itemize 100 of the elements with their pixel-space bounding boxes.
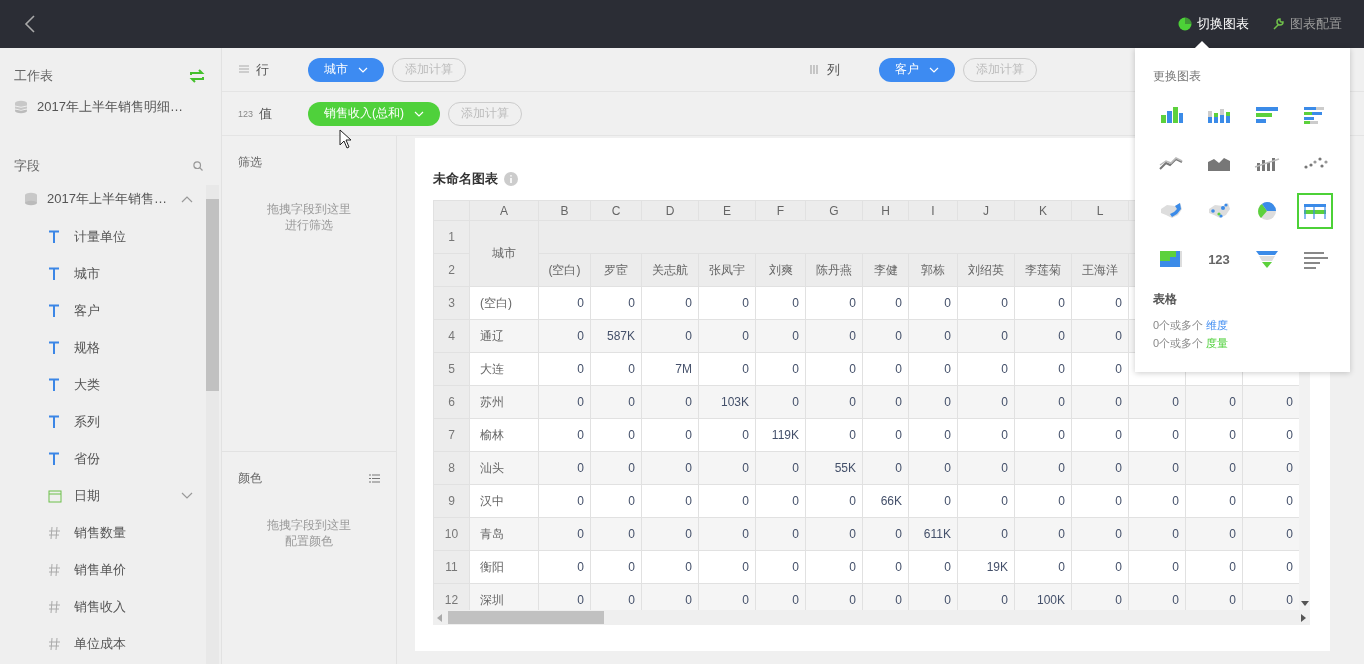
table-cell: 0 xyxy=(805,484,863,518)
table-cell: 19K xyxy=(957,550,1015,584)
field-item[interactable]: 销售收入 xyxy=(14,588,205,625)
table-cell: 611K xyxy=(908,517,958,551)
hash-icon xyxy=(48,636,62,651)
field-item[interactable]: 省份 xyxy=(14,440,205,477)
field-item[interactable]: 客户 xyxy=(14,292,205,329)
worksheet-item[interactable]: 2017年上半年销售明细… xyxy=(14,90,205,124)
table-cell: 0 xyxy=(805,418,863,452)
table-cell: 0 xyxy=(698,286,756,320)
table-cell: 0 xyxy=(1071,385,1129,419)
table-cell: J xyxy=(957,200,1015,221)
table-cell: 罗宦 xyxy=(590,253,642,287)
table-cell: 55K xyxy=(805,451,863,485)
cursor-icon xyxy=(339,129,353,149)
table-cell: 0 xyxy=(755,319,806,353)
row-number: 1 xyxy=(433,220,470,254)
field-item[interactable]: 销售数量 xyxy=(14,514,205,551)
field-item[interactable]: 大类 xyxy=(14,366,205,403)
table-cell: B xyxy=(538,200,591,221)
section-title: 工作表 xyxy=(14,67,53,85)
table-cell: 0 xyxy=(805,550,863,584)
table-cell: F xyxy=(755,200,806,221)
table-cell: 0 xyxy=(1128,418,1186,452)
table-cell: H xyxy=(862,200,909,221)
table-cell: 0 xyxy=(1071,286,1129,320)
swap-icon[interactable] xyxy=(189,69,205,83)
table-cell: 0 xyxy=(1128,517,1186,551)
collapse-icon[interactable] xyxy=(181,195,193,203)
chart-settings-button[interactable]: 图表配置 xyxy=(1271,15,1342,33)
table-cell: 0 xyxy=(538,352,591,386)
text-type-icon xyxy=(48,340,62,355)
treemap-icon xyxy=(1158,249,1184,269)
dataset-item[interactable]: 2017年上半年销售… xyxy=(14,180,205,218)
field-item[interactable]: 规格 xyxy=(14,329,205,366)
table-cell: 城市 xyxy=(469,220,539,287)
drop-zone-hint: 拖拽字段到这里配置颜色 xyxy=(267,517,351,549)
field-item[interactable]: 城市 xyxy=(14,255,205,292)
table-cell: 0 xyxy=(590,286,642,320)
caret-icon xyxy=(929,66,939,73)
table-cell: 0 xyxy=(957,385,1015,419)
table-cell: 李莲菊 xyxy=(1014,253,1072,287)
requirement-text: 0个或多个 度量 xyxy=(1153,336,1230,351)
table-cell: 0 xyxy=(1242,517,1299,551)
table-cell: 0 xyxy=(1185,451,1243,485)
row-number: 8 xyxy=(433,451,470,485)
table-cell: 0 xyxy=(641,550,699,584)
search-icon[interactable] xyxy=(193,161,203,171)
field-item[interactable]: 单位成本 xyxy=(14,625,205,662)
table-cell: 0 xyxy=(957,319,1015,353)
table-cell: 0 xyxy=(908,451,958,485)
table-cell: 0 xyxy=(862,319,909,353)
switch-chart-button[interactable]: 切换图表 xyxy=(1178,15,1249,33)
chart-type-option[interactable] xyxy=(1297,193,1333,229)
table-cell: 0 xyxy=(1014,451,1072,485)
table-cell: 0 xyxy=(1071,484,1129,518)
table-cell: 0 xyxy=(862,385,909,419)
table-cell: 0 xyxy=(957,352,1015,386)
text-type-icon xyxy=(48,303,62,318)
table-cell: 0 xyxy=(641,319,699,353)
hash-icon xyxy=(48,562,62,577)
text-type-icon xyxy=(48,229,62,244)
table-cell: 关志航 xyxy=(641,253,699,287)
text-type-icon xyxy=(48,414,62,429)
table-cell: 郭栋 xyxy=(908,253,958,287)
table-cell: 榆林 xyxy=(469,418,539,452)
table-cell: 张凤宇 xyxy=(698,253,756,287)
table-cell: 0 xyxy=(590,385,642,419)
database-icon xyxy=(24,192,38,206)
table-cell: 0 xyxy=(1242,385,1299,419)
table-cell: 0 xyxy=(862,286,909,320)
list-icon[interactable] xyxy=(369,474,380,483)
table-cell: 0 xyxy=(908,484,958,518)
field-item[interactable]: 系列 xyxy=(14,403,205,440)
table-cell: 汕头 xyxy=(469,451,539,485)
field-item[interactable]: 日期 xyxy=(14,477,205,514)
table-cell: 0 xyxy=(641,517,699,551)
table-cell: 0 xyxy=(805,319,863,353)
back-icon[interactable] xyxy=(24,14,36,34)
database-icon xyxy=(14,100,28,114)
table-cell: G xyxy=(805,200,863,221)
table-cell: 0 xyxy=(1071,451,1129,485)
table-cell: 0 xyxy=(1014,517,1072,551)
expand-icon[interactable] xyxy=(181,491,193,500)
scrollbar[interactable] xyxy=(433,610,1310,625)
map-icon xyxy=(1158,201,1184,221)
panel-title: 筛选 xyxy=(238,154,262,171)
table-cell: 0 xyxy=(755,286,806,320)
field-item[interactable]: 计量单位 xyxy=(14,218,205,255)
pie-icon xyxy=(1178,17,1192,31)
table-cell: 0 xyxy=(1128,451,1186,485)
table-cell: 大连 xyxy=(469,352,539,386)
wrench-icon xyxy=(1271,17,1285,31)
chart-type-option[interactable]: 123 xyxy=(1201,241,1237,277)
table-cell: 0 xyxy=(698,319,756,353)
table-cell: 103K xyxy=(698,385,756,419)
field-item[interactable]: 销售单价 xyxy=(14,551,205,588)
caret-icon xyxy=(358,66,368,73)
scrollbar[interactable] xyxy=(206,185,219,664)
table-cell: 66K xyxy=(862,484,909,518)
